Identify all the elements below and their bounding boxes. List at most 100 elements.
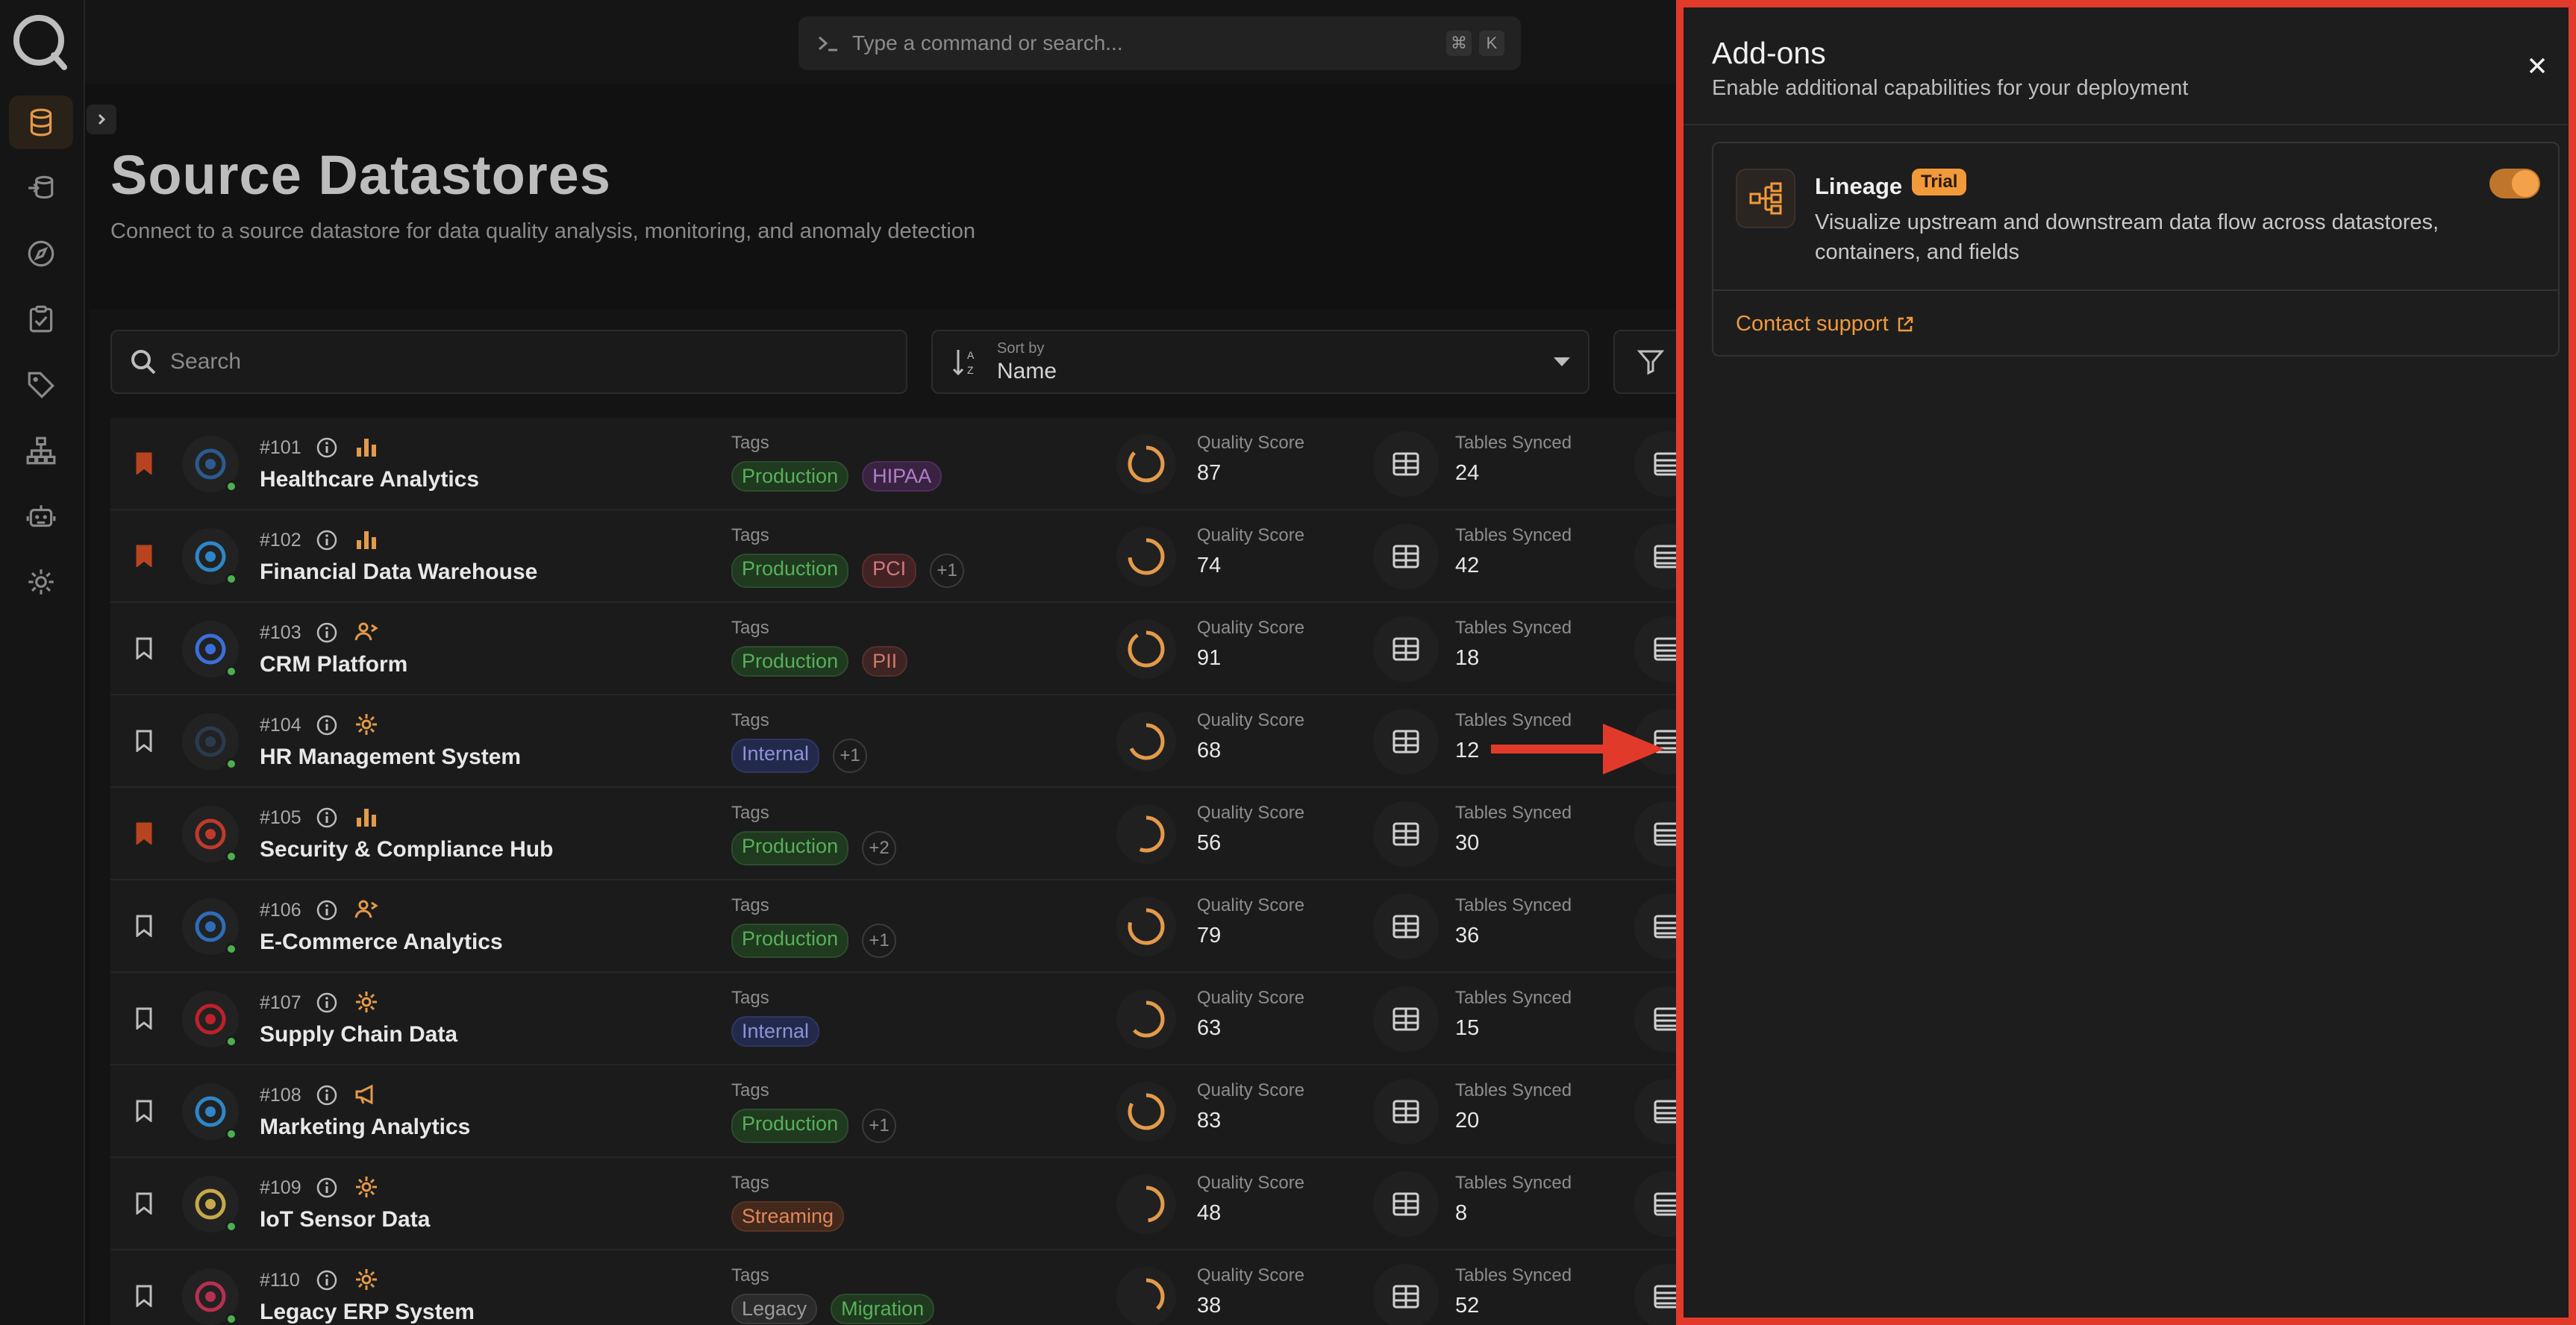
lineage-toggle[interactable] xyxy=(2489,169,2540,198)
quality-score-label: Quality Score xyxy=(1197,895,1305,915)
nav-explore-icon[interactable] xyxy=(9,227,73,281)
quality-score-label: Quality Score xyxy=(1197,710,1305,730)
datastore-row[interactable]: #110 Legacy ERP System Tags Legacy Migrat… xyxy=(110,1250,1700,1325)
info-icon[interactable] xyxy=(315,713,339,737)
tag-badge: Migration xyxy=(831,1294,935,1324)
more-tags-badge[interactable]: +1 xyxy=(862,924,897,958)
table-grid-icon xyxy=(1373,709,1439,774)
info-icon[interactable] xyxy=(315,528,339,552)
app-logo-icon[interactable] xyxy=(10,12,70,72)
search-input[interactable]: Search xyxy=(110,330,907,394)
info-icon[interactable] xyxy=(315,991,339,1015)
info-icon[interactable] xyxy=(315,1268,339,1292)
datastore-name[interactable]: Security & Compliance Hub xyxy=(260,837,553,862)
tables-synced-label: Tables Synced xyxy=(1455,1080,1572,1100)
svg-text:Z: Z xyxy=(967,364,974,376)
tags-label: Tags xyxy=(731,618,769,638)
datastore-row[interactable]: #102 Financial Data Warehouse Tags Produ… xyxy=(110,510,1700,603)
lineage-icon xyxy=(1736,169,1795,228)
nav-hierarchy-icon[interactable] xyxy=(9,424,73,477)
datastore-row[interactable]: #103 CRM Platform Tags Production PII Qua… xyxy=(110,603,1700,695)
datastore-name[interactable]: Healthcare Analytics xyxy=(260,467,479,492)
search-placeholder: Search xyxy=(170,349,242,374)
info-icon[interactable] xyxy=(315,1176,339,1200)
nav-enrichment-icon[interactable] xyxy=(9,161,73,215)
quality-score-label: Quality Score xyxy=(1197,525,1305,545)
table-grid-icon xyxy=(1373,986,1439,1052)
table-grid-icon xyxy=(1373,801,1439,867)
bookmark-icon[interactable] xyxy=(136,730,152,752)
datastore-id: #110 xyxy=(260,1270,300,1291)
contact-support-link[interactable]: Contact support xyxy=(1736,312,1914,336)
info-icon[interactable] xyxy=(315,898,339,922)
nav-datastores-icon[interactable] xyxy=(9,95,73,149)
more-tags-badge[interactable]: +2 xyxy=(862,831,897,865)
expand-sidebar-button[interactable] xyxy=(87,104,116,134)
bookmark-icon[interactable] xyxy=(136,1285,152,1307)
tags-label: Tags xyxy=(731,1080,769,1100)
bookmark-icon[interactable] xyxy=(136,452,152,474)
table-grid-icon xyxy=(1373,616,1439,682)
nav-agent-robot-icon[interactable] xyxy=(9,489,73,543)
command-search-bar[interactable]: Type a command or search... ⌘ K xyxy=(798,16,1521,70)
tables-synced-label: Tables Synced xyxy=(1455,525,1572,545)
sort-dropdown[interactable]: AZ Sort by Name xyxy=(931,330,1589,394)
datastore-name[interactable]: Marketing Analytics xyxy=(260,1115,470,1140)
nav-settings-gear-icon[interactable] xyxy=(9,555,73,609)
more-tags-badge[interactable]: +1 xyxy=(862,1109,897,1143)
tag-list: Production PCI +1 xyxy=(731,554,965,588)
toggle-knob xyxy=(2512,170,2539,197)
quality-score-ring xyxy=(1116,1174,1176,1234)
datastore-name[interactable]: Financial Data Warehouse xyxy=(260,560,537,585)
nav-checks-icon[interactable] xyxy=(9,292,73,346)
datastore-name[interactable]: Supply Chain Data xyxy=(260,1022,457,1047)
info-icon[interactable] xyxy=(315,621,339,645)
nav-tags-icon[interactable] xyxy=(9,358,73,412)
quality-score-ring xyxy=(1116,619,1176,679)
tags-label: Tags xyxy=(731,1173,769,1193)
bookmark-icon[interactable] xyxy=(136,1192,152,1215)
tables-synced-value: 52 xyxy=(1455,1294,1480,1318)
datastore-row[interactable]: #105 Security & Compliance Hub Tags Prod… xyxy=(110,788,1700,880)
datastore-id: #104 xyxy=(260,715,301,736)
datastore-name[interactable]: E-Commerce Analytics xyxy=(260,930,503,955)
more-tags-badge[interactable]: +1 xyxy=(930,554,965,588)
quality-score-value: 38 xyxy=(1197,1294,1222,1318)
bookmark-icon[interactable] xyxy=(136,1100,152,1122)
tag-badge: HIPAA xyxy=(862,461,942,492)
datastore-row[interactable]: #107 Supply Chain Data Tags Internal Qua… xyxy=(110,973,1700,1065)
tag-list: Production +1 xyxy=(731,1109,897,1143)
bookmark-icon[interactable] xyxy=(136,1007,152,1030)
datastore-row[interactable]: #106 E-Commerce Analytics Tags Productio… xyxy=(110,880,1700,973)
datastore-row[interactable]: #108 Marketing Analytics Tags Production… xyxy=(110,1065,1700,1158)
info-icon[interactable] xyxy=(315,806,339,830)
quality-score-ring xyxy=(1116,434,1176,494)
bookmark-icon[interactable] xyxy=(136,822,152,845)
tag-list: Production PII xyxy=(731,646,908,677)
info-icon[interactable] xyxy=(315,1083,339,1107)
tables-synced-label: Tables Synced xyxy=(1455,1173,1572,1193)
datastore-row[interactable]: #109 IoT Sensor Data Tags Streaming Qual… xyxy=(110,1158,1700,1250)
bookmark-icon[interactable] xyxy=(136,637,152,660)
datastore-name[interactable]: Legacy ERP System xyxy=(260,1300,475,1325)
shortcut-key-k: K xyxy=(1479,31,1504,56)
datastore-id: #101 xyxy=(260,437,301,458)
more-tags-badge[interactable]: +1 xyxy=(833,739,868,773)
datastore-row[interactable]: #104 HR Management System Tags Internal +… xyxy=(110,695,1700,788)
datastore-id: #107 xyxy=(260,992,301,1013)
datastore-row[interactable]: #101 Healthcare Analytics Tags Productio… xyxy=(110,418,1700,510)
quality-score-ring xyxy=(1116,712,1176,771)
filter-icon xyxy=(1636,350,1665,375)
close-button[interactable] xyxy=(2519,48,2555,84)
datastore-name[interactable]: HR Management System xyxy=(260,745,521,770)
tables-synced-value: 18 xyxy=(1455,646,1480,670)
tag-badge: Legacy xyxy=(731,1294,818,1324)
tags-label: Tags xyxy=(731,710,769,730)
tags-label: Tags xyxy=(731,988,769,1008)
bookmark-icon[interactable] xyxy=(136,915,152,937)
tag-list: Production HIPAA xyxy=(731,461,942,492)
datastore-name[interactable]: CRM Platform xyxy=(260,652,407,677)
datastore-name[interactable]: IoT Sensor Data xyxy=(260,1207,430,1232)
info-icon[interactable] xyxy=(315,436,339,460)
bookmark-icon[interactable] xyxy=(136,545,152,567)
